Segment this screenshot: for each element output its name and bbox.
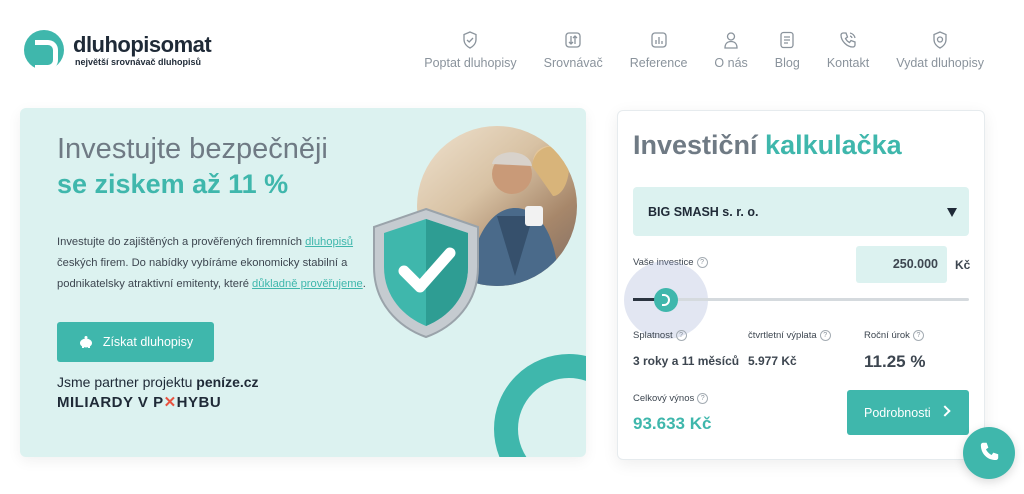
main-nav: Poptat dluhopisy Srovnávač Reference O n…	[424, 30, 984, 70]
investment-slider-handle[interactable]	[654, 288, 678, 312]
help-icon[interactable]: ?	[675, 330, 687, 341]
caret-down-icon	[947, 208, 957, 217]
miliardy-v-pohybu-logo[interactable]: MILIARDY V P✕HYBU	[57, 393, 221, 411]
help-icon[interactable]: ?	[697, 393, 709, 404]
compare-arrows-icon	[563, 30, 583, 50]
phone-icon	[838, 30, 858, 50]
logo-mark-icon	[24, 30, 64, 70]
brand-tagline: největší srovnávač dluhopisů	[75, 56, 202, 67]
call-button[interactable]	[963, 427, 1015, 479]
phone-icon	[980, 442, 999, 461]
calculator-title: Investiční kalkulačka	[633, 130, 902, 160]
partner-name[interactable]: peníze.cz	[196, 374, 258, 390]
help-icon[interactable]: ?	[819, 330, 831, 341]
quarterly-payout-value: 5.977 Kč	[748, 354, 797, 368]
brand-logo[interactable]: dluhopisomat největší srovnávač dluhopis…	[24, 30, 212, 70]
get-bonds-button[interactable]: Získat dluhopisy	[57, 322, 214, 362]
nav-item-o-nas[interactable]: O nás	[714, 30, 748, 70]
decorative-ring	[494, 354, 586, 457]
partner-text: Jsme partner projektu peníze.cz	[57, 374, 259, 390]
bonds-link[interactable]: dluhopisů	[305, 236, 353, 248]
shield-check-icon	[460, 30, 480, 50]
nav-item-blog[interactable]: Blog	[775, 30, 800, 70]
currency-label: Kč	[955, 258, 971, 272]
nav-item-vydat-dluhopisy[interactable]: Vydat dluhopisy	[896, 30, 984, 70]
user-icon	[721, 30, 741, 50]
maturity-label: Splatnost?	[633, 330, 687, 341]
nav-item-srovnavac[interactable]: Srovnávač	[544, 30, 603, 70]
issuer-select[interactable]: BIG SMASH s. r. o.	[633, 187, 969, 236]
shield-check-icon	[373, 207, 479, 339]
piggy-bank-icon	[79, 336, 92, 348]
investment-calculator: Investiční kalkulačka BIG SMASH s. r. o.…	[617, 110, 985, 460]
shield-badge-icon	[930, 30, 950, 50]
nav-item-kontakt[interactable]: Kontakt	[827, 30, 869, 70]
quarterly-payout-label: čtvrtletní výplata?	[748, 330, 831, 341]
investment-slider-track[interactable]	[633, 298, 969, 301]
maturity-value: 3 roky a 11 měsíců	[633, 354, 740, 368]
nav-item-reference[interactable]: Reference	[630, 30, 687, 70]
total-yield-label: Celkový výnos?	[633, 393, 709, 404]
hero-title: Investujte bezpečněji	[57, 133, 328, 165]
total-yield-value: 93.633 Kč	[633, 414, 712, 433]
hero-card: Investujte bezpečněji se ziskem až 11 % …	[20, 108, 586, 457]
hero-title-accent: se ziskem až 11 %	[57, 169, 289, 199]
thorough-check-link[interactable]: důkladně prověřujeme	[252, 278, 363, 290]
annual-rate-value: 11.25 %	[864, 352, 926, 371]
help-icon[interactable]: ?	[912, 330, 924, 341]
investment-amount-input[interactable]: 250.000	[856, 246, 947, 283]
chevron-right-icon	[939, 405, 951, 417]
document-icon	[777, 30, 797, 50]
details-button[interactable]: Podrobnosti	[847, 390, 969, 435]
brand-name: dluhopisomat	[73, 31, 212, 57]
bar-chart-icon	[649, 30, 669, 50]
annual-rate-label: Roční úrok?	[864, 330, 924, 341]
help-icon[interactable]: ?	[696, 257, 708, 268]
hero-description: Investujte do zajištěných a prověřených …	[57, 236, 366, 290]
nav-item-poptat-dluhopisy[interactable]: Poptat dluhopisy	[424, 30, 517, 70]
